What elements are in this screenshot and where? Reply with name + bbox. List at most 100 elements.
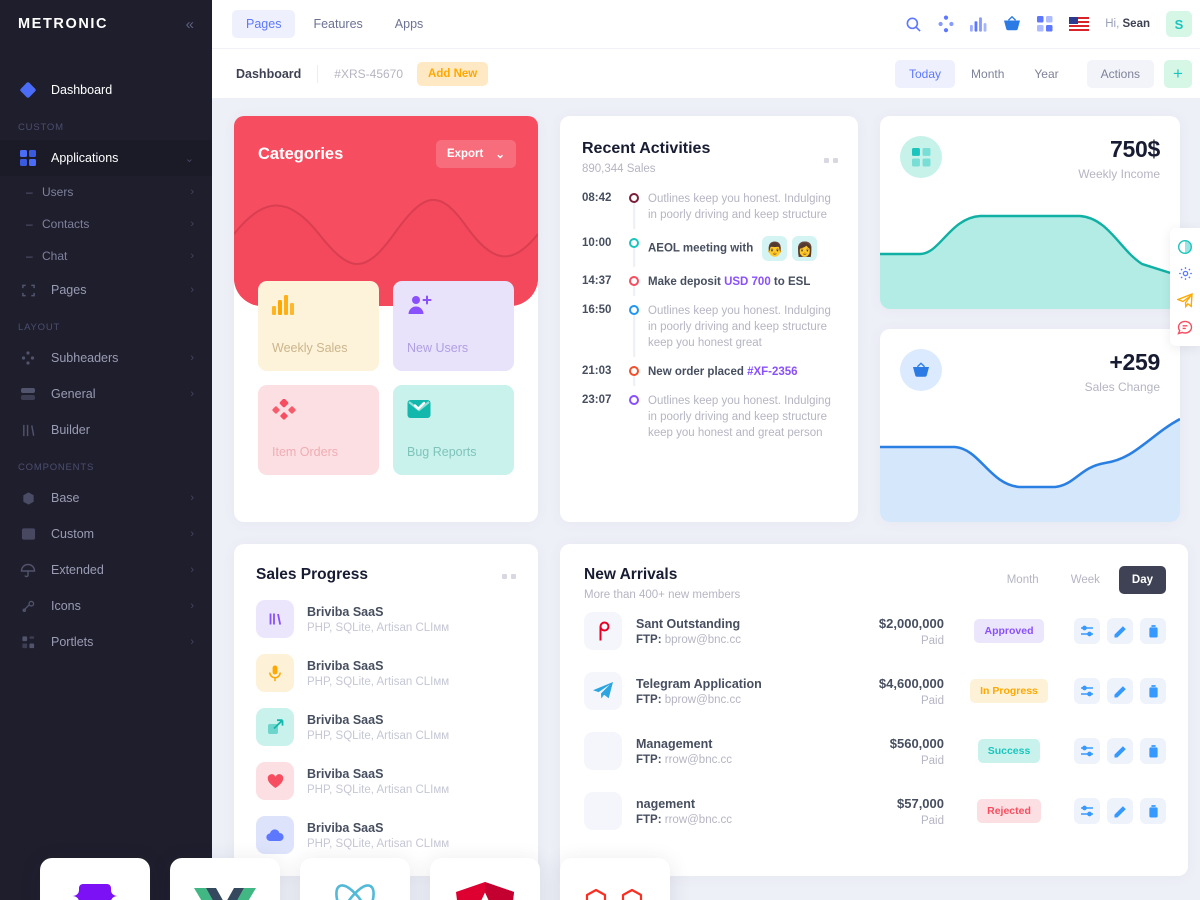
table-row[interactable]: Telegram Application FTP: bprow@bnc.cc $… bbox=[584, 661, 1166, 721]
tile-bug-reports[interactable]: Bug Reports bbox=[393, 385, 514, 475]
filter-month[interactable]: Month bbox=[957, 60, 1018, 88]
delete-icon[interactable] bbox=[1140, 798, 1166, 824]
sidebar-item-subheaders[interactable]: Subheaders › bbox=[0, 340, 212, 376]
timeline-time: 16:50 bbox=[582, 304, 612, 316]
list-item-texts: Briviba SaaS PHP, SQLite, Artisan CLIмм bbox=[307, 767, 449, 796]
filter-year[interactable]: Year bbox=[1020, 60, 1072, 88]
list-item[interactable]: Briviba SaaS PHP, SQLite, Artisan CLIмм bbox=[256, 816, 516, 854]
timeline-marker bbox=[620, 274, 648, 296]
sidebar-item-base[interactable]: Base › bbox=[0, 480, 212, 516]
send-icon[interactable] bbox=[1170, 287, 1200, 314]
edit-icon[interactable] bbox=[1107, 798, 1133, 824]
tile-new-users[interactable]: New Users bbox=[393, 281, 514, 371]
table-cell-status: Approved bbox=[944, 619, 1074, 643]
status-badge: Success bbox=[977, 739, 1041, 763]
list-item[interactable]: Briviba SaaS PHP, SQLite, Artisan CLIмм bbox=[256, 762, 516, 800]
react-logo[interactable] bbox=[300, 858, 410, 900]
sidebar-item-dashboard[interactable]: Dashboard bbox=[0, 72, 212, 108]
toggles-icon[interactable] bbox=[1074, 798, 1100, 824]
sales-change-sparkline bbox=[880, 417, 1180, 522]
table-row[interactable]: Sant Outstanding FTP: bprow@bnc.cc $2,00… bbox=[584, 601, 1166, 661]
double-chevron-left-icon[interactable]: « bbox=[186, 16, 194, 33]
timeline-highlight[interactable]: #XF-2356 bbox=[747, 366, 798, 378]
chevron-right-icon: › bbox=[190, 186, 194, 198]
droplet-icon[interactable] bbox=[1170, 233, 1200, 260]
search-icon[interactable] bbox=[905, 16, 922, 33]
grid-icon[interactable] bbox=[1037, 16, 1053, 32]
bar-chart-icon[interactable] bbox=[970, 16, 987, 32]
gear-icon[interactable] bbox=[1170, 260, 1200, 287]
dash-icon: – bbox=[26, 217, 33, 231]
list-item[interactable]: Briviba SaaS PHP, SQLite, Artisan CLIмм bbox=[256, 708, 516, 746]
tab-pages[interactable]: Pages bbox=[232, 10, 296, 38]
row-title: Management bbox=[636, 736, 713, 751]
list-item[interactable]: Briviba SaaS PHP, SQLite, Artisan CLIмм bbox=[256, 600, 516, 638]
image-icon bbox=[18, 524, 38, 544]
list-item[interactable]: Briviba SaaS PHP, SQLite, Artisan CLIмм bbox=[256, 654, 516, 692]
timeline-item: 08:42 Outlines keep you honest. Indulgin… bbox=[582, 191, 836, 236]
tab-apps[interactable]: Apps bbox=[381, 10, 438, 38]
us-flag-icon[interactable] bbox=[1069, 17, 1090, 31]
basket-icon[interactable] bbox=[1003, 16, 1021, 32]
sidebar-item-applications[interactable]: Applications ⌄ bbox=[0, 140, 212, 176]
delete-icon[interactable] bbox=[1140, 678, 1166, 704]
edit-icon[interactable] bbox=[1107, 618, 1133, 644]
sidebar-item-builder[interactable]: Builder bbox=[0, 412, 212, 448]
tab-week[interactable]: Week bbox=[1058, 566, 1113, 594]
tile-item-orders[interactable]: Item Orders bbox=[258, 385, 379, 475]
ftp-value: rrow@bnc.cc bbox=[664, 813, 733, 826]
plus-icon[interactable]: + bbox=[1164, 59, 1192, 88]
status-badge: In Progress bbox=[970, 679, 1048, 703]
toggles-icon[interactable] bbox=[1074, 618, 1100, 644]
mail-check-icon bbox=[407, 399, 500, 424]
timeline-highlight[interactable]: USD 700 bbox=[724, 276, 771, 288]
sidebar-item-label: Base bbox=[51, 491, 80, 505]
actions-button[interactable]: Actions bbox=[1086, 59, 1154, 88]
angular-logo[interactable] bbox=[430, 858, 540, 900]
avatar[interactable]: S bbox=[1166, 11, 1192, 37]
sidebar-item-icons[interactable]: Icons › bbox=[0, 588, 212, 624]
tab-features[interactable]: Features bbox=[299, 10, 376, 38]
sidebar: METRONIC « Dashboard CUSTOM Applications… bbox=[0, 0, 212, 900]
vue-logo[interactable] bbox=[170, 858, 280, 900]
sidebar-item-contacts[interactable]: – Contacts › bbox=[0, 208, 212, 240]
sidebar-item-users[interactable]: – Users › bbox=[0, 176, 212, 208]
timeline-marker bbox=[620, 393, 648, 441]
toggles-icon[interactable] bbox=[1074, 738, 1100, 764]
sidebar-item-custom[interactable]: Custom › bbox=[0, 516, 212, 552]
chat-icon[interactable] bbox=[1170, 314, 1200, 341]
sidebar-item-extended[interactable]: Extended › bbox=[0, 552, 212, 588]
delete-icon[interactable] bbox=[1140, 618, 1166, 644]
more-options-icon[interactable] bbox=[824, 158, 838, 163]
sidebar-item-chat[interactable]: – Chat › bbox=[0, 240, 212, 272]
sidebar-item-portlets[interactable]: Portlets › bbox=[0, 624, 212, 660]
table-row[interactable]: Management FTP: rrow@bnc.cc $560,000 Pai… bbox=[584, 721, 1166, 781]
subheader-actions: Today Month Year Actions + bbox=[895, 59, 1192, 88]
connections-icon[interactable] bbox=[938, 15, 954, 33]
toggles-icon[interactable] bbox=[1074, 678, 1100, 704]
greeting-prefix: Hi, bbox=[1105, 18, 1120, 30]
bootstrap-logo[interactable]: B bbox=[40, 858, 150, 900]
table-row[interactable]: nagement FTP: rrow@bnc.cc $57,000 Paid R… bbox=[584, 781, 1166, 841]
sidebar-item-general[interactable]: General › bbox=[0, 376, 212, 412]
tile-weekly-sales[interactable]: Weekly Sales bbox=[258, 281, 379, 371]
laravel-logo[interactable] bbox=[560, 858, 670, 900]
stat-value: 750$ bbox=[1110, 136, 1160, 162]
sales-progress-card: Sales Progress Briviba SaaS PHP, SQLite,… bbox=[234, 544, 538, 876]
more-options-icon[interactable] bbox=[502, 574, 516, 579]
edit-icon[interactable] bbox=[1107, 678, 1133, 704]
add-new-button[interactable]: Add New bbox=[417, 61, 489, 86]
edit-icon[interactable] bbox=[1107, 738, 1133, 764]
filter-today[interactable]: Today bbox=[895, 59, 956, 88]
export-button[interactable]: Export ⌄ bbox=[435, 140, 516, 168]
timeline-text: Make deposit USD 700 to ESL bbox=[648, 274, 836, 290]
breadcrumb[interactable]: Dashboard bbox=[236, 67, 301, 81]
row-price: $57,000 bbox=[897, 795, 944, 811]
diamonds-icon bbox=[272, 398, 365, 426]
delete-icon[interactable] bbox=[1140, 738, 1166, 764]
sidebar-item-label: Chat bbox=[42, 249, 68, 263]
row-actions bbox=[1074, 678, 1166, 704]
tab-day[interactable]: Day bbox=[1118, 566, 1166, 594]
tab-month[interactable]: Month bbox=[994, 566, 1052, 594]
sidebar-item-pages[interactable]: Pages › bbox=[0, 272, 212, 308]
